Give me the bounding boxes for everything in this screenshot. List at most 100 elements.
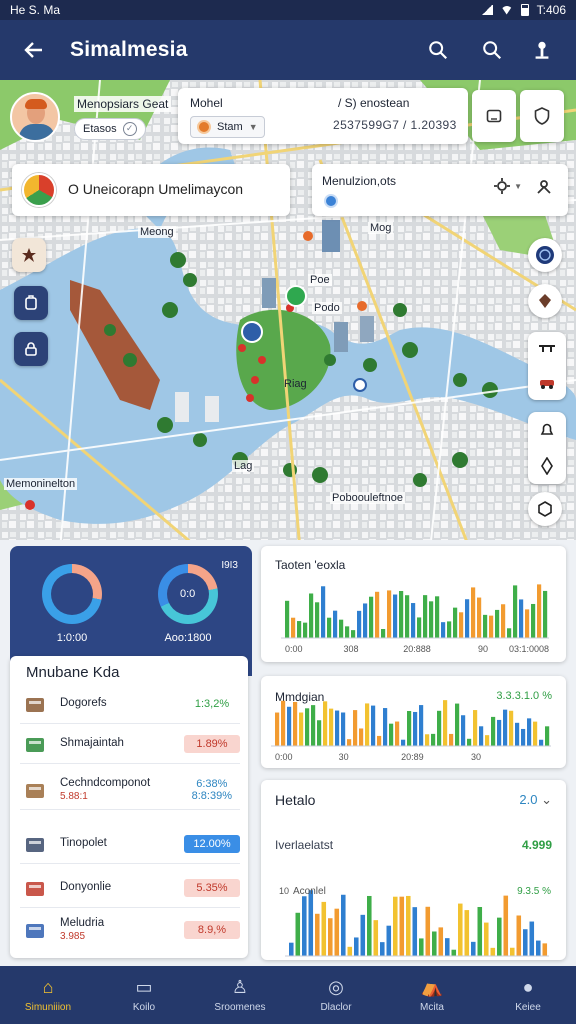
kpi-label: Donyonlie	[60, 881, 184, 894]
kpi-row[interactable]: Donyonlie 5.35%	[20, 868, 240, 908]
chart-bar	[489, 615, 494, 638]
chart-bar	[419, 705, 424, 746]
place-type-button[interactable]	[12, 238, 46, 272]
chart-bar	[484, 922, 489, 956]
kpi-row[interactable]: Tinopolet 12.00%	[20, 824, 240, 864]
mode-selector[interactable]: Stam ▼	[190, 116, 265, 138]
status-bar: He S. Ma T:406	[0, 0, 576, 20]
chart-tick-label: 30	[339, 752, 349, 762]
chart-bar	[501, 604, 506, 638]
search-secondary-button[interactable]	[474, 32, 510, 68]
chart-bar	[471, 941, 476, 956]
profile-card[interactable]: Menopsiars Geat Etasos ✓	[8, 90, 176, 156]
chart-bar	[451, 949, 457, 956]
kpi-label: Cechndcomponot 5.88:1	[60, 777, 184, 803]
kpi-label: Meludria 3.985	[60, 917, 184, 943]
chart-bar	[531, 603, 536, 638]
chart-bar	[339, 619, 344, 638]
chart-bar	[299, 712, 304, 746]
place-search-card[interactable]: O Uneicorapn Umelimaycon	[12, 164, 290, 216]
bell-icon[interactable]	[539, 422, 555, 438]
map-label-district: Memoninelton	[4, 478, 78, 490]
chart-bar	[509, 710, 514, 746]
profile-button[interactable]	[524, 32, 560, 68]
kpi-value-badge: 12.00%	[184, 834, 240, 853]
status-time: He S. Ma	[10, 3, 61, 17]
chart-bar	[399, 896, 405, 956]
nav-item-label: Keiee	[515, 1002, 541, 1013]
globe-button[interactable]	[528, 238, 562, 272]
chart-bar	[485, 735, 490, 746]
mode-dot-icon	[197, 120, 211, 134]
search-button[interactable]	[420, 32, 456, 68]
ruler-icon[interactable]	[538, 343, 556, 353]
kpi-value-badge: 1.89%	[184, 734, 240, 753]
chart-bar	[309, 593, 314, 638]
nav-item[interactable]: ♙ Sroomenes	[192, 966, 288, 1024]
chart-bar	[329, 708, 334, 746]
building-button[interactable]	[14, 286, 48, 320]
kpi-value-badge: 8.9,%	[184, 921, 240, 939]
nav-item[interactable]: ◎ Dlaclor	[288, 966, 384, 1024]
kpi-label-text: Tinopolet	[60, 837, 107, 849]
chart-bar	[443, 700, 448, 746]
target-icon	[538, 501, 552, 517]
chevron-down-icon: ▼	[248, 122, 258, 132]
kpi-row[interactable]: Shmajaintah 1.89%	[20, 724, 240, 764]
recenter-button[interactable]	[528, 492, 562, 526]
chart-bar	[275, 712, 280, 746]
chart-bar	[412, 907, 418, 956]
nav-item[interactable]: ▭ Koilo	[96, 966, 192, 1024]
home-icon: ⌂	[42, 977, 54, 997]
compass-icon[interactable]	[539, 456, 555, 475]
chart-bar	[387, 590, 392, 638]
chart-bar	[335, 710, 340, 746]
kpi-label-text: Donyonlie	[60, 881, 112, 893]
chart-bar	[431, 733, 436, 746]
person-pin-icon[interactable]	[536, 178, 552, 194]
nav-item[interactable]: ⛺ Mcita	[384, 966, 480, 1024]
battery-icon	[520, 4, 529, 16]
chart-tick-label: 20:89	[401, 752, 424, 762]
marker-star-icon	[22, 248, 36, 262]
lock-button[interactable]	[14, 332, 48, 366]
layers-button[interactable]	[472, 90, 516, 142]
location-card: Menulzion,ots ▼	[312, 164, 568, 216]
kpi-row[interactable]: Dogorefs 1:3,2%	[20, 684, 240, 724]
mode-coordinates: 2537599G7 / 1.20393	[333, 118, 457, 132]
chart-bar	[333, 610, 338, 638]
user-icon: ●	[522, 977, 534, 997]
nav-item[interactable]: ⌂ Simuniiion	[0, 966, 96, 1024]
kpi-row[interactable]: Cechndcomponot 5.88:1 6:38% 8:8:39%	[20, 770, 240, 810]
chart-bar	[527, 718, 532, 746]
search-icon	[429, 41, 448, 60]
chart-bar	[441, 622, 446, 638]
chart-bar	[347, 739, 352, 746]
gear-icon[interactable]	[494, 178, 511, 194]
poi-button[interactable]	[528, 284, 562, 318]
map-label-bottom: Poboouleftnoe	[330, 492, 405, 504]
chart-bar	[417, 617, 422, 638]
chart-bar	[287, 706, 292, 746]
profile-status-chip[interactable]: Etasos ✓	[74, 118, 146, 140]
kpi-value-badge: 5.35%	[184, 878, 240, 897]
car-icon[interactable]	[538, 375, 556, 389]
search-icon	[483, 41, 502, 60]
nav-item-label: Koilo	[132, 1002, 156, 1013]
back-button[interactable]	[16, 32, 52, 68]
chart-bar	[525, 609, 530, 638]
chart-bar	[357, 610, 362, 638]
bar-chart-3: Aconlel 10 9.3.5 %	[279, 886, 551, 957]
kpi-row[interactable]: Meludria 3.985 8.9,%	[20, 910, 240, 950]
chart-bar	[315, 913, 320, 956]
kpi-value-badge: 1:3,2%	[194, 697, 230, 710]
user-icon	[535, 41, 549, 59]
donut-badge: I9I3	[221, 560, 238, 571]
nav-item[interactable]: ● Keiee	[480, 966, 576, 1024]
map-label-mog: Mog	[368, 222, 394, 234]
bar-chart-2: 0:00 30 20:89 30	[271, 700, 551, 762]
chart-bar	[503, 895, 509, 956]
chart-bar	[503, 709, 508, 746]
kpi-card: Mnubane Kda Dogorefs 1:3,2% Shmajaintah 1.8…	[10, 656, 248, 958]
shield-button[interactable]	[520, 90, 564, 142]
